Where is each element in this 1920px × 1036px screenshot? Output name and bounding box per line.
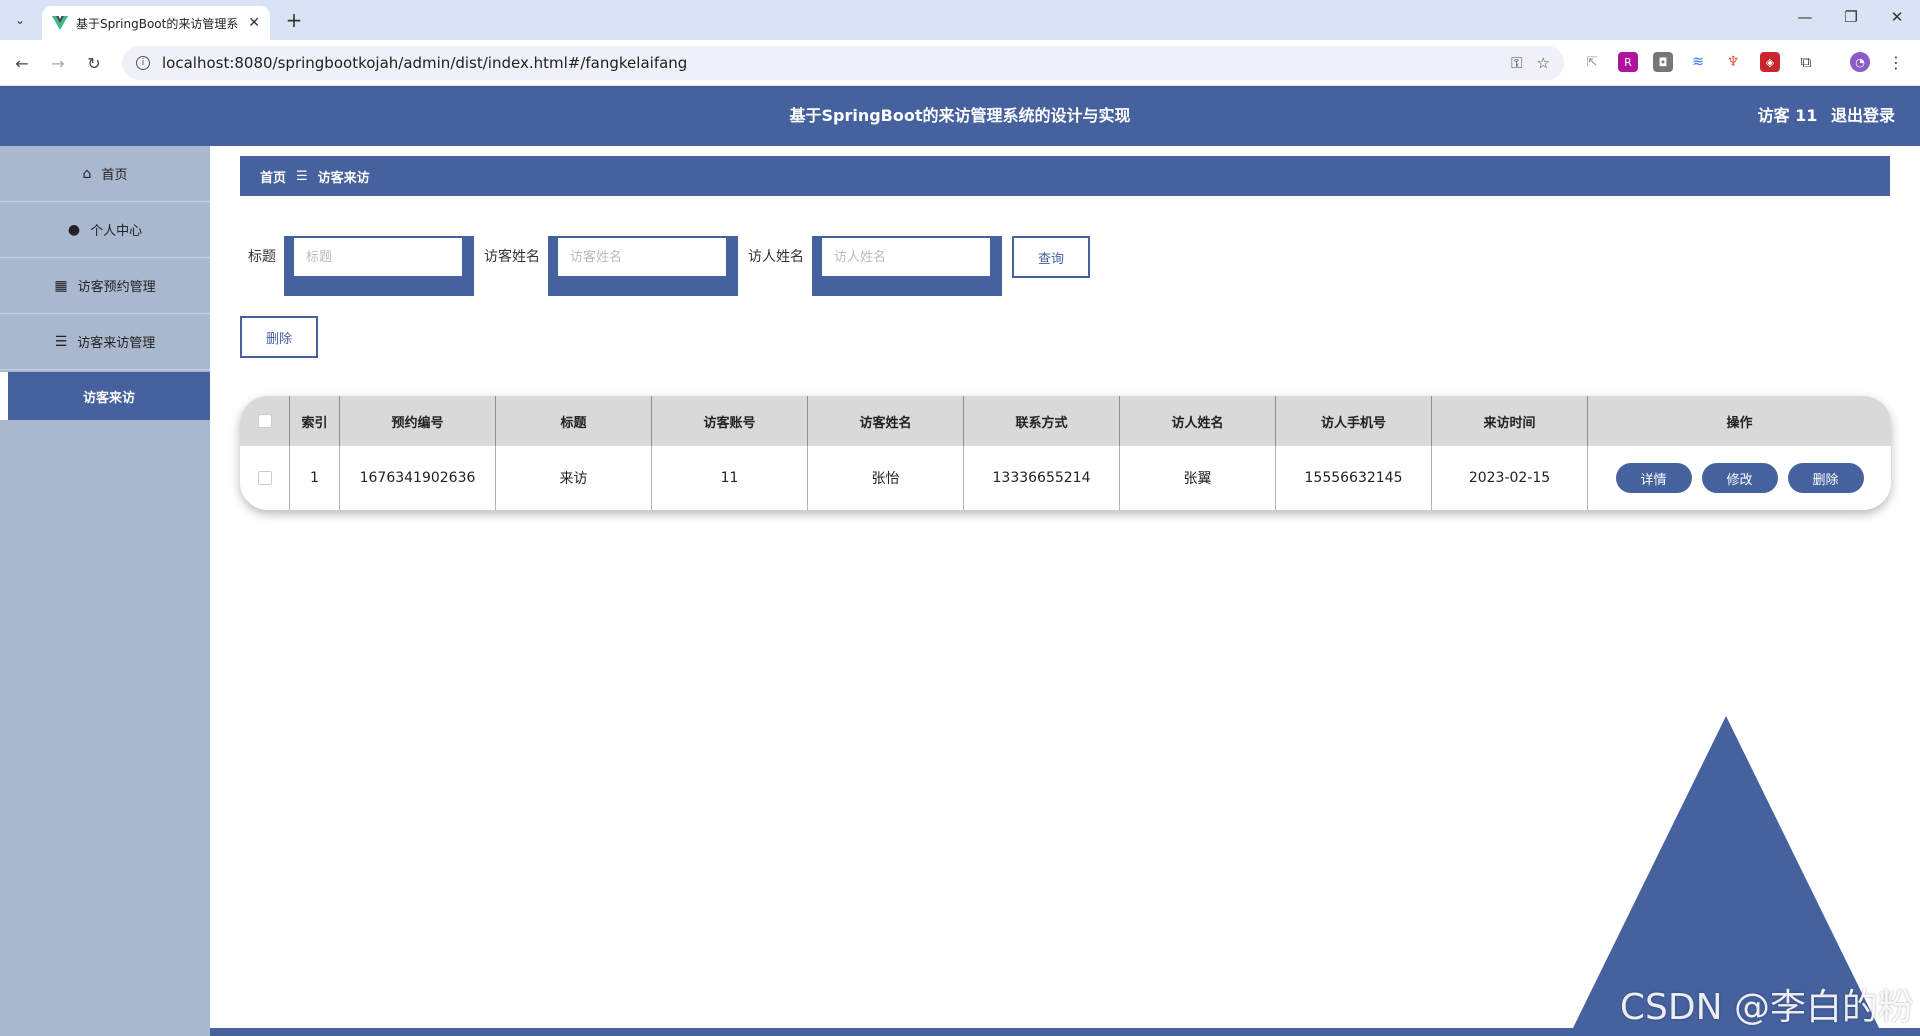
- visitor-name-field-wrap: [548, 236, 738, 296]
- restore-button[interactable]: ❐: [1836, 8, 1866, 26]
- sidebar-item-label: 访客来访管理: [77, 336, 156, 351]
- tab-search-button[interactable]: ⌄: [8, 8, 32, 32]
- cell-host-phone: 15556632145: [1276, 446, 1432, 510]
- column-header[interactable]: 联系方式: [964, 396, 1120, 446]
- extension-cursor-icon[interactable]: ⇱: [1582, 52, 1602, 72]
- cell-operations: 详情 修改 删除: [1588, 446, 1891, 510]
- grid-icon: ▦: [54, 277, 68, 294]
- title-label: 标题: [248, 249, 276, 265]
- logout-link[interactable]: 退出登录: [1831, 106, 1895, 125]
- row-delete-button[interactable]: 删除: [1787, 463, 1864, 493]
- tab-title: 基于SpringBoot的来访管理系: [76, 16, 239, 31]
- sidebar-subitem-visitor-visit[interactable]: 访客来访: [0, 372, 210, 420]
- cell-phone: 13336655214: [964, 446, 1120, 510]
- query-button[interactable]: 查询: [1012, 236, 1090, 278]
- sidebar-item-profile[interactable]: ● 个人中心: [0, 202, 210, 258]
- sidebar: ⌂ 首页 ● 个人中心 ▦ 访客预约管理 ☰ 访客来访管理 访客来访: [0, 146, 210, 1036]
- site-info-icon[interactable]: i: [136, 56, 150, 70]
- host-name-field-wrap: [812, 236, 1002, 296]
- breadcrumb-home[interactable]: 首页: [260, 167, 286, 186]
- sidebar-item-visits[interactable]: ☰ 访客来访管理: [0, 314, 210, 370]
- column-header: 操作: [1726, 415, 1753, 431]
- app-header: 基于SpringBoot的来访管理系统的设计与实现 访客 11 退出登录: [0, 86, 1920, 146]
- select-all-cell: [240, 396, 290, 446]
- host-name-input[interactable]: [822, 238, 990, 276]
- extension-tree-icon[interactable]: ♆: [1723, 52, 1743, 72]
- host-name-label: 访人姓名: [748, 249, 804, 265]
- cell-visitor-name: 张怡: [808, 446, 964, 510]
- visitor-name-label: 访客姓名: [484, 249, 540, 265]
- user-icon: ●: [67, 221, 81, 238]
- cell-host-name: 张翼: [1120, 446, 1276, 510]
- forward-icon[interactable]: →: [46, 51, 70, 75]
- column-header[interactable]: 来访时间: [1432, 396, 1588, 446]
- browser-tabbar: ⌄ 基于SpringBoot的来访管理系 ✕ + — ❐ ✕: [0, 0, 1920, 40]
- column-header[interactable]: 标题: [496, 396, 652, 446]
- cell-booking-no: 1676341902636: [340, 446, 496, 510]
- tab-close-icon[interactable]: ✕: [248, 15, 260, 31]
- new-tab-button[interactable]: +: [282, 8, 306, 32]
- minimize-button[interactable]: —: [1790, 8, 1820, 26]
- column-header[interactable]: 访客账号: [652, 396, 808, 446]
- current-user: 访客 11: [1757, 106, 1818, 125]
- data-table: 索引 预约编号 标题 访客账号 访客姓名 联系方式 访人姓名 访人手机号 来访时…: [240, 396, 1891, 510]
- app-title: 基于SpringBoot的来访管理系统的设计与实现: [789, 106, 1131, 125]
- extension-shield-icon[interactable]: ◈: [1760, 52, 1780, 72]
- row-checkbox[interactable]: [257, 471, 272, 485]
- password-key-icon[interactable]: ⚿: [1511, 54, 1522, 72]
- cell-account: 11: [652, 446, 808, 510]
- column-header[interactable]: 访人手机号: [1276, 396, 1432, 446]
- cell-visit-time: 2023-02-15: [1432, 446, 1588, 510]
- csdn-watermark: CSDN @李白的粉: [1619, 987, 1914, 1028]
- breadcrumb-current: 访客来访: [317, 170, 370, 186]
- cell-title: 来访: [496, 446, 652, 510]
- sidebar-item-label: 个人中心: [90, 224, 143, 239]
- column-header[interactable]: 预约编号: [340, 396, 496, 446]
- user-area: 访客 11 退出登录: [1750, 86, 1895, 146]
- title-field-wrap: [284, 236, 474, 296]
- bookmark-star-icon[interactable]: ☆: [1537, 54, 1550, 72]
- table-row: 1 1676341902636 来访 11 张怡 13336655214 张翼 …: [240, 446, 1891, 510]
- browser-menu-icon[interactable]: ⋮: [1886, 52, 1906, 72]
- breadcrumb: 首页 ☰ 访客来访: [240, 156, 1890, 196]
- profile-avatar-icon[interactable]: ◔: [1850, 52, 1870, 72]
- extension-layers-icon[interactable]: ≋: [1688, 52, 1708, 72]
- extension-rp-icon[interactable]: R: [1618, 52, 1638, 72]
- title-input[interactable]: [294, 238, 462, 276]
- address-bar[interactable]: i localhost:8080/springbootkojah/admin/d…: [122, 46, 1564, 80]
- sidebar-item-home[interactable]: ⌂ 首页: [0, 146, 210, 202]
- url-text: localhost:8080/springbootkojah/admin/dis…: [162, 54, 688, 72]
- back-icon[interactable]: ←: [10, 51, 34, 75]
- window-close-button[interactable]: ✕: [1882, 8, 1912, 26]
- sidebar-item-label: 访客预约管理: [77, 280, 156, 295]
- visitor-name-input[interactable]: [558, 238, 726, 276]
- extension-mask-icon[interactable]: ◘: [1653, 52, 1673, 72]
- column-header[interactable]: 访客姓名: [808, 396, 964, 446]
- edit-button[interactable]: 修改: [1701, 463, 1778, 493]
- vue-favicon-icon: [52, 16, 68, 30]
- column-header: 索引: [290, 396, 340, 446]
- reload-icon[interactable]: ↻: [82, 51, 106, 75]
- browser-toolbar: ← → ↻ i localhost:8080/springbootkojah/a…: [0, 40, 1920, 86]
- search-form: 标题 访客姓名 访人姓名 查询: [248, 236, 1090, 296]
- table-header: 索引 预约编号 标题 访客账号 访客姓名 联系方式 访人姓名 访人手机号 来访时…: [240, 396, 1891, 446]
- browser-tab[interactable]: 基于SpringBoot的来访管理系 ✕: [42, 6, 270, 40]
- home-icon: ⌂: [82, 165, 92, 182]
- column-header[interactable]: 访人姓名: [1120, 396, 1276, 446]
- breadcrumb-separator-icon: ☰: [296, 168, 308, 184]
- extensions-puzzle-icon[interactable]: ⧉: [1796, 52, 1816, 72]
- row-select-cell: [240, 446, 290, 510]
- sidebar-item-label: 首页: [101, 168, 128, 183]
- cell-index: 1: [290, 446, 340, 510]
- sidebar-item-booking[interactable]: ▦ 访客预约管理: [0, 258, 210, 314]
- select-all-checkbox[interactable]: [257, 414, 272, 428]
- list-icon: ☰: [54, 333, 68, 350]
- detail-button[interactable]: 详情: [1615, 463, 1692, 493]
- batch-delete-button[interactable]: 删除: [240, 316, 318, 358]
